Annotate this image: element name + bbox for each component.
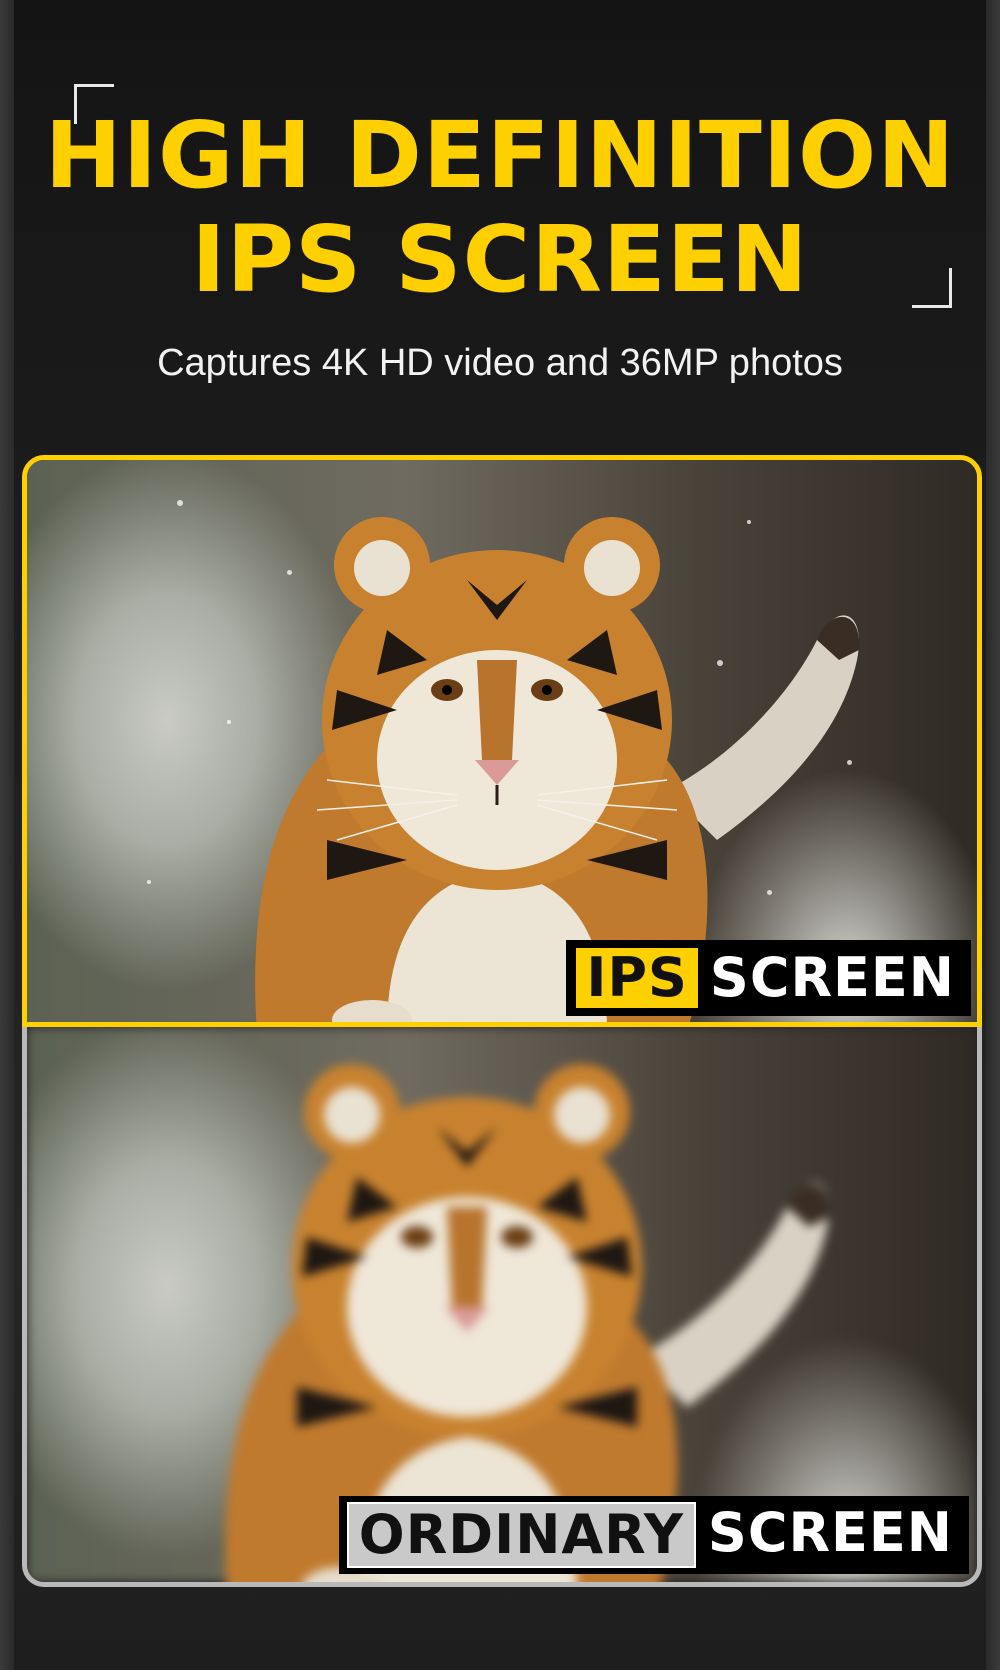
headline-line-1: HIGH DEFINITION [44,102,956,209]
subtitle: Captures 4K HD video and 36MP photos [157,342,843,384]
ordinary-label-highlight: ORDINARY [346,1502,696,1568]
ips-label-highlight: IPS [576,948,698,1008]
headline: HIGH DEFINITION IPS SCREEN [0,104,1000,312]
ordinary-screen-panel: ORDINARY SCREEN [22,1027,982,1587]
ips-screen-label: IPS SCREEN [566,940,971,1016]
tiger-photo-sharp [27,460,977,1022]
ordinary-label-rest: SCREEN [707,1501,953,1564]
ordinary-screen-label: ORDINARY SCREEN [338,1496,969,1574]
ips-screen-panel: IPS SCREEN [22,455,982,1027]
product-feature-banner: HIGH DEFINITION IPS SCREEN Captures 4K H… [0,0,1000,1670]
headline-line-2: IPS SCREEN [191,206,809,313]
ips-label-rest: SCREEN [709,946,955,1009]
